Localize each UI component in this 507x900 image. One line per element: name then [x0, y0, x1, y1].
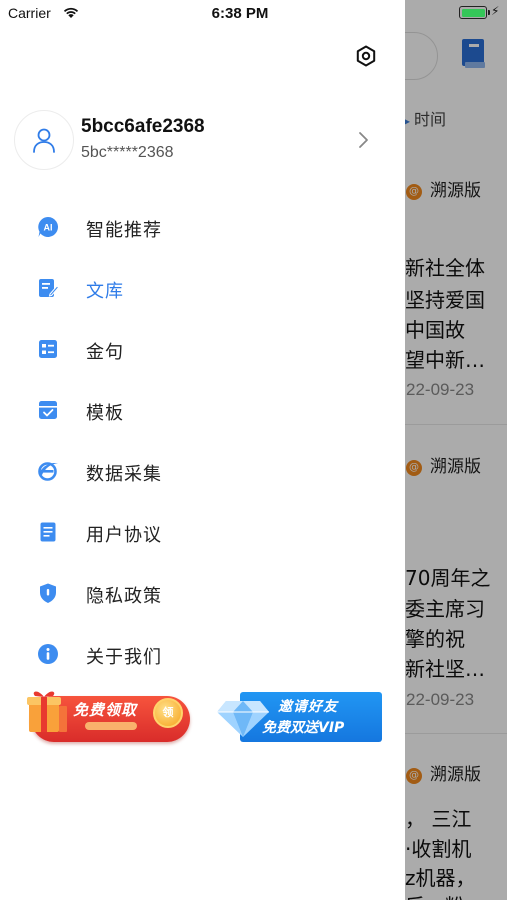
menu-item-label: 文库: [86, 281, 124, 302]
bg-divider: [405, 733, 507, 734]
book-icon: [462, 39, 485, 68]
svg-text:AI: AI: [44, 223, 53, 233]
privacy-shield-icon: [40, 583, 56, 603]
menu-item-templates[interactable]: 模板: [0, 380, 405, 441]
quote-card-icon: [39, 340, 57, 358]
bg-article-text: 委主席习: [405, 597, 485, 621]
bg-article-source: @ 溯源版: [406, 760, 481, 785]
bg-article-text: 后，粉: [405, 890, 465, 900]
library-edit-icon: [39, 279, 59, 297]
bg-time-sort: ▸ 时间: [404, 110, 447, 129]
avatar: [14, 110, 74, 170]
bg-article-source: @ 溯源版: [406, 452, 481, 477]
bg-article-text: ， 三江: [405, 807, 472, 831]
invite-vip-line1: 邀请好友: [278, 699, 338, 715]
menu-item-label: 用户协议: [86, 525, 162, 546]
menu-item-label: 关于我们: [86, 647, 162, 668]
menu-item-label: 智能推荐: [86, 220, 162, 241]
bg-article-text: 坚持爱国: [405, 288, 485, 312]
menu-item-library[interactable]: 文库: [0, 258, 405, 319]
invite-vip-line2: 免费双送VIP: [262, 720, 345, 736]
bg-article-text: ·收割机: [405, 837, 472, 861]
invite-vip-banner[interactable]: 邀请好友 免费双送VIP: [216, 692, 382, 742]
menu-item-label: 隐私政策: [86, 586, 162, 607]
data-collect-icon: [38, 462, 58, 481]
gift-box-icon: [27, 691, 67, 732]
claim-coin-icon: 领: [153, 698, 183, 728]
menu-item-label: 模板: [86, 403, 124, 424]
source-icon: @: [406, 768, 422, 784]
free-claim-title: 免费领取: [73, 701, 138, 719]
source-icon: @: [406, 184, 422, 200]
menu-item-user-agreement[interactable]: 用户协议: [0, 502, 405, 563]
drawer-menu: AI 智能推荐 文库 金句 模板 数据采集 用户协议 隐私政策 关于我们: [0, 197, 405, 685]
template-icon: [39, 401, 57, 419]
bg-article-date: 22-09-23: [406, 380, 475, 399]
settings-button[interactable]: [353, 43, 379, 69]
user-profile-row[interactable]: 5bcc6afe2368 5bc*****2368: [14, 110, 396, 172]
user-icon: [33, 128, 55, 153]
bg-article-text: 新社全体: [405, 256, 485, 280]
bg-article-text: 擎的祝: [405, 627, 465, 651]
info-icon: [38, 644, 58, 664]
bg-article-text: 望中新…: [405, 348, 485, 372]
bg-divider: [405, 424, 507, 425]
free-claim-subtitle-strip: [85, 722, 137, 730]
bg-article-source: @ 溯源版: [406, 176, 481, 201]
menu-item-smart-recommend[interactable]: AI 智能推荐: [0, 197, 405, 258]
status-bar: Carrier 6:38 PM ⚡: [0, 0, 507, 28]
agreement-doc-icon: [40, 522, 56, 542]
chevron-right-icon: [359, 132, 368, 148]
source-icon: @: [406, 460, 422, 476]
user-id: 5bc*****2368: [81, 144, 174, 161]
bg-article-text: 70周年之: [405, 566, 491, 590]
free-claim-banner[interactable]: 免费领取 领: [25, 690, 190, 744]
charging-bolt-icon: ⚡: [491, 4, 500, 18]
menu-item-data-collection[interactable]: 数据采集: [0, 441, 405, 502]
menu-item-quotes[interactable]: 金句: [0, 319, 405, 380]
menu-item-label: 数据采集: [86, 464, 162, 485]
clock: 6:38 PM: [211, 5, 269, 22]
menu-item-about-us[interactable]: 关于我们: [0, 624, 405, 685]
bg-article-date: 22-09-23: [406, 690, 475, 709]
settings-gear-icon: [356, 45, 376, 67]
ai-icon: AI: [38, 217, 58, 237]
battery-icon: [459, 6, 490, 19]
menu-item-label: 金句: [86, 342, 124, 363]
bg-article-text: 中国故: [405, 318, 465, 342]
menu-item-privacy-policy[interactable]: 隐私政策: [0, 563, 405, 624]
bg-article-text: z机器，: [405, 866, 476, 890]
username: 5bcc6afe2368: [81, 116, 205, 137]
promo-banners: 免费领取 领 邀请好友 免费双送VIP: [0, 690, 405, 746]
side-drawer: 5bcc6afe2368 5bc*****2368 AI 智能推荐 文库 金句 …: [0, 0, 405, 900]
bg-article-text: 新社坚…: [405, 657, 485, 681]
